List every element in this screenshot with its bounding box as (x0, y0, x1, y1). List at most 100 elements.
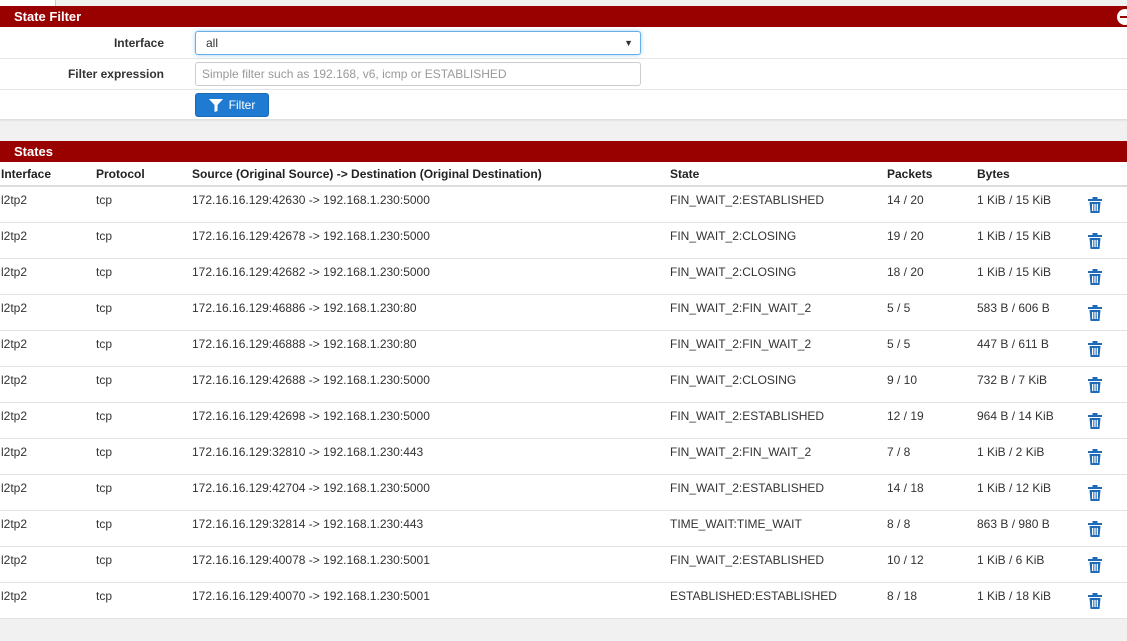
funnel-icon (208, 98, 223, 112)
row-bytes: 1 KiB / 12 KiB (977, 474, 1087, 511)
row-state: FIN_WAIT_2:CLOSING (670, 222, 887, 259)
row-interface: l2tp2 (0, 510, 96, 547)
row-interface: l2tp2 (0, 402, 96, 439)
filter-expression-row: Filter expression (0, 59, 1127, 90)
state-filter-title: State Filter (14, 9, 82, 24)
table-row: l2tp2 tcp 172.16.16.129:42688 -> 192.168.1… (0, 366, 1127, 403)
row-interface: l2tp2 (0, 366, 96, 403)
states-table-body: l2tp2 tcp 172.16.16.129:42630 -> 192.168.1… (0, 186, 1127, 619)
trash-icon[interactable] (1088, 232, 1102, 249)
row-source-destination: 172.16.16.129:42630 -> 192.168.1.230:500… (192, 186, 670, 223)
row-protocol: tcp (96, 438, 192, 475)
table-row: l2tp2 tcp 172.16.16.129:46888 -> 192.168.1… (0, 330, 1127, 367)
filter-button[interactable]: Filter (195, 93, 269, 117)
row-state: FIN_WAIT_2:CLOSING (670, 366, 887, 403)
row-interface: l2tp2 (0, 294, 96, 331)
table-row: l2tp2 tcp 172.16.16.129:42698 -> 192.168.1… (0, 402, 1127, 439)
trash-icon[interactable] (1088, 448, 1102, 465)
row-interface: l2tp2 (0, 222, 96, 259)
row-packets: 8 / 18 (887, 582, 977, 619)
row-bytes: 732 B / 7 KiB (977, 366, 1087, 403)
table-header-row: Interface Protocol Source (Original Sour… (0, 162, 1127, 187)
row-protocol: tcp (96, 222, 192, 259)
table-row: l2tp2 tcp 172.16.16.129:32814 -> 192.168.1… (0, 510, 1127, 547)
row-bytes: 1 KiB / 2 KiB (977, 438, 1087, 475)
row-bytes: 447 B / 611 B (977, 330, 1087, 367)
row-interface: l2tp2 (0, 582, 96, 619)
row-bytes: 1 KiB / 18 KiB (977, 582, 1087, 619)
state-filter-body: Interface all ▼ Filter expression Filter (0, 27, 1127, 119)
row-source-destination: 172.16.16.129:42682 -> 192.168.1.230:500… (192, 258, 670, 295)
row-state: FIN_WAIT_2:CLOSING (670, 258, 887, 295)
row-source-destination: 172.16.16.129:42678 -> 192.168.1.230:500… (192, 222, 670, 259)
row-source-destination: 172.16.16.129:32814 -> 192.168.1.230:443 (192, 510, 670, 547)
row-bytes: 1 KiB / 15 KiB (977, 222, 1087, 259)
row-state: FIN_WAIT_2:ESTABLISHED (670, 474, 887, 511)
column-header-protocol[interactable]: Protocol (96, 162, 192, 187)
interface-select-value: all (206, 36, 219, 50)
row-packets: 5 / 5 (887, 330, 977, 367)
row-source-destination: 172.16.16.129:42698 -> 192.168.1.230:500… (192, 402, 670, 439)
row-packets: 19 / 20 (887, 222, 977, 259)
row-source-destination: 172.16.16.129:32810 -> 192.168.1.230:443 (192, 438, 670, 475)
row-bytes: 964 B / 14 KiB (977, 402, 1087, 439)
row-source-destination: 172.16.16.129:40078 -> 192.168.1.230:500… (192, 546, 670, 583)
row-actions (1087, 366, 1127, 403)
row-packets: 8 / 8 (887, 510, 977, 547)
table-row: l2tp2 tcp 172.16.16.129:42682 -> 192.168.1… (0, 258, 1127, 295)
trash-icon[interactable] (1088, 412, 1102, 429)
page-bottom (0, 619, 1127, 641)
row-protocol: tcp (96, 546, 192, 583)
table-row: l2tp2 tcp 172.16.16.129:42704 -> 192.168.1… (0, 474, 1127, 511)
row-packets: 14 / 18 (887, 474, 977, 511)
row-bytes: 1 KiB / 15 KiB (977, 186, 1087, 223)
row-packets: 9 / 10 (887, 366, 977, 403)
states-heading: States (0, 141, 1127, 162)
row-bytes: 1 KiB / 6 KiB (977, 546, 1087, 583)
row-protocol: tcp (96, 258, 192, 295)
trash-icon[interactable] (1088, 196, 1102, 213)
trash-icon[interactable] (1088, 304, 1102, 321)
minus-circle-icon[interactable] (1117, 9, 1127, 25)
row-actions (1087, 582, 1127, 619)
row-actions (1087, 294, 1127, 331)
trash-icon[interactable] (1088, 520, 1102, 537)
column-header-source-destination[interactable]: Source (Original Source) -> Destination … (192, 162, 670, 187)
row-interface: l2tp2 (0, 258, 96, 295)
row-packets: 14 / 20 (887, 186, 977, 223)
interface-select[interactable]: all ▼ (195, 31, 641, 55)
column-header-interface[interactable]: Interface (0, 162, 96, 187)
row-source-destination: 172.16.16.129:42688 -> 192.168.1.230:500… (192, 366, 670, 403)
filter-expression-input[interactable] (195, 62, 641, 86)
row-bytes: 1 KiB / 15 KiB (977, 258, 1087, 295)
column-header-bytes[interactable]: Bytes (977, 162, 1087, 187)
row-state: TIME_WAIT:TIME_WAIT (670, 510, 887, 547)
row-actions (1087, 510, 1127, 547)
row-actions (1087, 402, 1127, 439)
row-state: FIN_WAIT_2:ESTABLISHED (670, 402, 887, 439)
table-row: l2tp2 tcp 172.16.16.129:42630 -> 192.168.1… (0, 186, 1127, 223)
column-header-packets[interactable]: Packets (887, 162, 977, 187)
row-actions (1087, 222, 1127, 259)
table-row: l2tp2 tcp 172.16.16.129:42678 -> 192.168.1… (0, 222, 1127, 259)
filter-button-label: Filter (228, 98, 256, 112)
trash-icon[interactable] (1088, 268, 1102, 285)
trash-icon[interactable] (1088, 592, 1102, 609)
states-title: States (14, 144, 54, 159)
row-interface: l2tp2 (0, 546, 96, 583)
row-protocol: tcp (96, 582, 192, 619)
state-filter-heading: State Filter (0, 6, 1127, 27)
trash-icon[interactable] (1088, 376, 1102, 393)
column-header-state[interactable]: State (670, 162, 887, 187)
trash-icon[interactable] (1088, 340, 1102, 357)
row-protocol: tcp (96, 330, 192, 367)
trash-icon[interactable] (1088, 556, 1102, 573)
row-source-destination: 172.16.16.129:46888 -> 192.168.1.230:80 (192, 330, 670, 367)
row-packets: 10 / 12 (887, 546, 977, 583)
row-actions (1087, 186, 1127, 223)
table-row: l2tp2 tcp 172.16.16.129:40070 -> 192.168.1… (0, 582, 1127, 619)
row-packets: 12 / 19 (887, 402, 977, 439)
table-row: l2tp2 tcp 172.16.16.129:40078 -> 192.168.1… (0, 546, 1127, 583)
row-packets: 7 / 8 (887, 438, 977, 475)
trash-icon[interactable] (1088, 484, 1102, 501)
